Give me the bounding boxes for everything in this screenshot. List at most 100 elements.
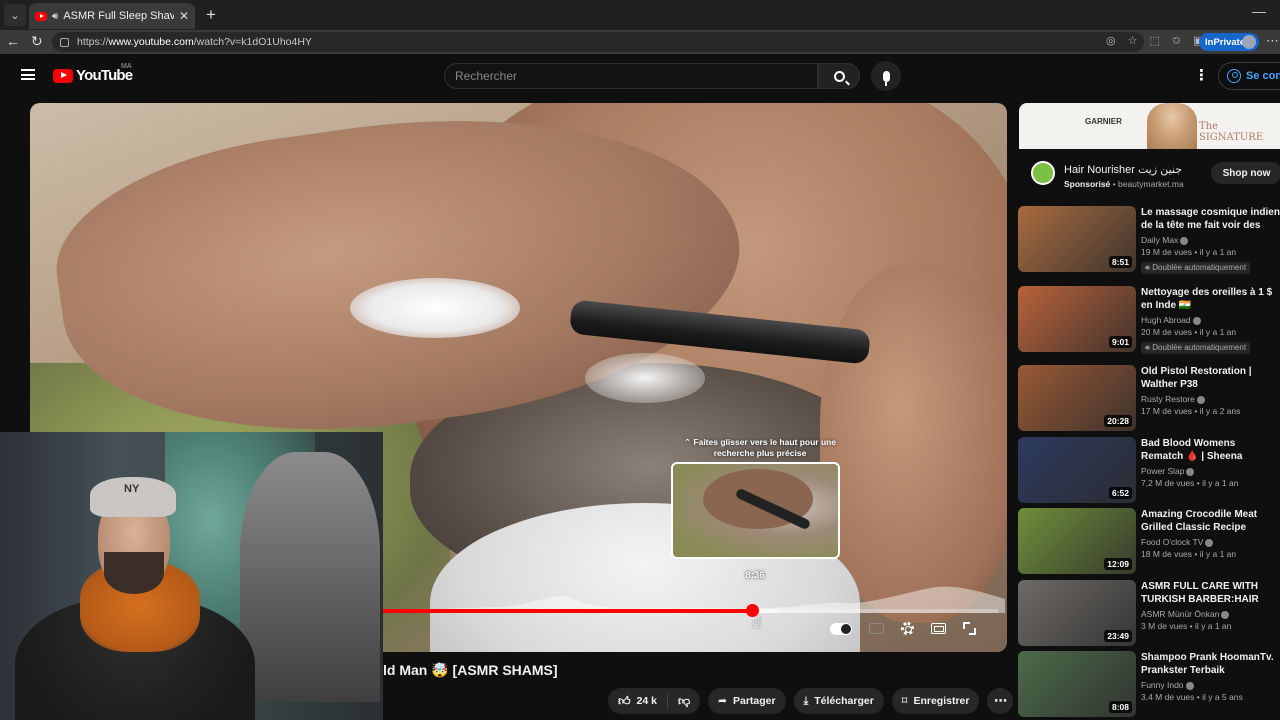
channel-name[interactable]: Power Slap <box>1141 466 1280 476</box>
verified-check-icon <box>1221 610 1230 619</box>
recommendation-title[interactable]: Old Pistol Restoration | Walther P38 <box>1141 365 1280 391</box>
thumb-down-icon: 👎︎ <box>677 693 691 708</box>
fullscreen-icon[interactable] <box>963 622 976 635</box>
search-button[interactable] <box>818 63 860 89</box>
subtitles-icon[interactable] <box>869 623 884 634</box>
tab-close-icon[interactable]: ✕ <box>179 9 189 23</box>
microphone-icon <box>882 70 890 86</box>
video-actions: 👍︎ 24 k 👎︎ ➦ Partager ⤓ Télécharger ⌑ En… <box>608 688 1014 714</box>
auto-dubbed-badge: 🔊︎ Doublée automatiquement <box>1141 262 1251 274</box>
ad-title[interactable]: Hair Nourisher جنين زيت <box>1064 163 1182 176</box>
settings-gear-icon[interactable] <box>901 622 914 635</box>
tracking-prevention-icon[interactable]: ◎ <box>1106 34 1116 47</box>
tab-title: ASMR Full Sleep Shaving & H <box>63 10 174 22</box>
extensions-icon[interactable]: ⬚ <box>1149 34 1159 47</box>
auto-dubbed-badge: 🔊︎ Doublée automatiquement <box>1141 342 1251 354</box>
shop-now-button[interactable]: Shop now <box>1211 162 1280 184</box>
theater-mode-icon[interactable] <box>931 623 946 634</box>
share-button[interactable]: ➦ Partager <box>708 688 786 714</box>
recommendation-item[interactable]: 20:28 Old Pistol Restoration | Walther P3… <box>1018 365 1280 433</box>
guide-menu-icon[interactable] <box>21 69 35 80</box>
shop-now-label: Shop now <box>1222 167 1271 179</box>
channel-name[interactable]: Food O'clock TV <box>1141 537 1280 547</box>
url-field[interactable]: https://www.youtube.com/watch?v=k1dO1Uho… <box>52 32 1144 52</box>
recommendation-item[interactable]: 23:49 ASMR FULL CARE WITH TURKISH BARBER:… <box>1018 580 1280 648</box>
view-stats: 19 M de vues • il y a 1 an <box>1141 247 1237 257</box>
recommendation-meta: ASMR FULL CARE WITH TURKISH BARBER:HAIR … <box>1141 580 1280 631</box>
ad-banner-image[interactable]: GARNIER The SIGNATURE <box>1019 103 1280 149</box>
speaker-icon[interactable]: 🔊︎ <box>52 11 58 22</box>
progress-bar[interactable] <box>382 604 998 617</box>
search-input[interactable]: Rechercher <box>444 63 818 89</box>
favorite-star-icon[interactable]: ☆ <box>1128 34 1138 47</box>
channel-name[interactable]: Daily Max <box>1141 235 1280 245</box>
video-thumbnail[interactable]: 8:08 <box>1018 651 1136 717</box>
sign-in-button[interactable]: Se connecter <box>1218 62 1280 90</box>
new-tab-button[interactable]: + <box>201 5 221 25</box>
badge-label: Doublée automatiquement <box>1152 343 1247 352</box>
youtube-logo[interactable]: YouTube MA <box>53 63 133 84</box>
autoplay-toggle[interactable] <box>830 622 852 635</box>
verified-check-icon <box>1186 467 1195 476</box>
video-thumbnail[interactable]: 12:09 <box>1018 508 1136 574</box>
recommendation-item[interactable]: 6:52 Bad Blood Womens Rematch 🩸 | Sheena … <box>1018 437 1280 505</box>
download-icon: ⤓ <box>803 694 809 707</box>
browser-tab-bar: ⌄ 🔊︎ ASMR Full Sleep Shaving & H ✕ + — <box>0 0 1280 30</box>
settings-more-icon[interactable]: ⋮ <box>1194 66 1209 84</box>
inprivate-badge[interactable]: InPrivate <box>1199 33 1259 51</box>
view-stats: 3,4 M de vues • il y a 5 ans <box>1141 692 1243 702</box>
download-button[interactable]: ⤓ Télécharger <box>793 688 884 714</box>
channel-label: Power Slap <box>1141 466 1185 476</box>
advertiser-logo[interactable] <box>1031 161 1055 185</box>
channel-name[interactable]: ASMR Münür Önkan <box>1141 609 1280 619</box>
save-button[interactable]: ⌑ Enregistrer <box>891 688 980 714</box>
verified-check-icon <box>1180 236 1189 245</box>
channel-label: Rusty Restore <box>1141 394 1195 404</box>
recommendation-item[interactable]: 12:09 Amazing Crocodile Meat Grilled Clas… <box>1018 508 1280 576</box>
recommendation-item[interactable]: 9:01 Nettoyage des oreilles à 1 $ en Inde… <box>1018 286 1280 354</box>
video-thumbnail[interactable]: 6:52 <box>1018 437 1136 503</box>
recommendation-title[interactable]: Nettoyage des oreilles à 1 $ en Inde 🇮🇳 <box>1141 286 1280 312</box>
like-button[interactable]: 👍︎ 24 k <box>608 688 667 714</box>
channel-label: ASMR Münür Önkan <box>1141 609 1220 619</box>
reload-icon[interactable]: ↻ <box>31 33 43 50</box>
channel-name[interactable]: Hugh Abroad <box>1141 315 1280 325</box>
tab-actions-menu-button[interactable]: ⌄ <box>4 4 26 26</box>
ad-model-image <box>1147 103 1197 149</box>
youtube-header: YouTube MA Rechercher ⋮ Se connecter <box>0 54 1280 100</box>
seek-preview-time: 8:36 <box>745 570 765 581</box>
dislike-button[interactable]: 👎︎ <box>668 688 700 714</box>
browser-tab-active[interactable]: 🔊︎ ASMR Full Sleep Shaving & H ✕ <box>29 3 195 29</box>
back-arrow-icon[interactable]: ← <box>6 33 20 49</box>
recommendation-item[interactable]: 8:51 Le massage cosmique indien de la têt… <box>1018 206 1280 274</box>
voice-search-button[interactable] <box>871 61 901 91</box>
pointer-hand-icon: ☝ <box>752 615 762 632</box>
browser-more-icon[interactable]: ⋯ <box>1266 33 1279 49</box>
recommendation-meta: Nettoyage des oreilles à 1 $ en Inde 🇮🇳 H… <box>1141 286 1280 355</box>
recommendation-meta: Old Pistol Restoration | Walther P38 Rust… <box>1141 365 1280 416</box>
channel-name[interactable]: Funny Indo <box>1141 680 1280 690</box>
inprivate-label: InPrivate <box>1205 36 1246 48</box>
progress-played <box>382 609 752 613</box>
recommendation-title[interactable]: Shampoo Prank HoomanTv. Prankster Terbai… <box>1141 651 1280 677</box>
view-stats: 7,2 M de vues • il y a 1 an <box>1141 478 1239 488</box>
recommendation-title[interactable]: Le massage cosmique indien de la tête me… <box>1141 206 1280 232</box>
more-actions-button[interactable]: ⋯ <box>987 688 1014 714</box>
recommendation-title[interactable]: ASMR FULL CARE WITH TURKISH BARBER:HAIR … <box>1141 580 1280 606</box>
recommendation-title[interactable]: Amazing Crocodile Meat Grilled Classic R… <box>1141 508 1280 534</box>
recommendation-item[interactable]: 8:08 Shampoo Prank HoomanTv. Prankster Te… <box>1018 651 1280 719</box>
video-thumbnail[interactable]: 9:01 <box>1018 286 1136 352</box>
address-bar-icons: ◎ ☆ ⬚ ✩ ▣ <box>1106 34 1204 47</box>
favorites-icon[interactable]: ✩ <box>1172 34 1181 47</box>
video-thumbnail[interactable]: 23:49 <box>1018 580 1136 646</box>
window-minimize-button[interactable]: — <box>1252 3 1266 19</box>
site-info-icon[interactable] <box>60 37 69 47</box>
channel-name[interactable]: Rusty Restore <box>1141 394 1280 404</box>
recommendation-title[interactable]: Bad Blood Womens Rematch 🩸 | Sheena Bath… <box>1141 437 1280 463</box>
sponsored-ad-card[interactable]: GARNIER The SIGNATURE Hair Nourisher جني… <box>1019 103 1280 197</box>
video-thumbnail[interactable]: 20:28 <box>1018 365 1136 431</box>
like-dislike-group: 👍︎ 24 k 👎︎ <box>608 688 701 714</box>
video-thumbnail[interactable]: 8:51 <box>1018 206 1136 272</box>
audio-heatmap-wave <box>385 586 1005 613</box>
ad-sponsor-line: Sponsorisé • beautymarket.ma <box>1064 179 1184 189</box>
